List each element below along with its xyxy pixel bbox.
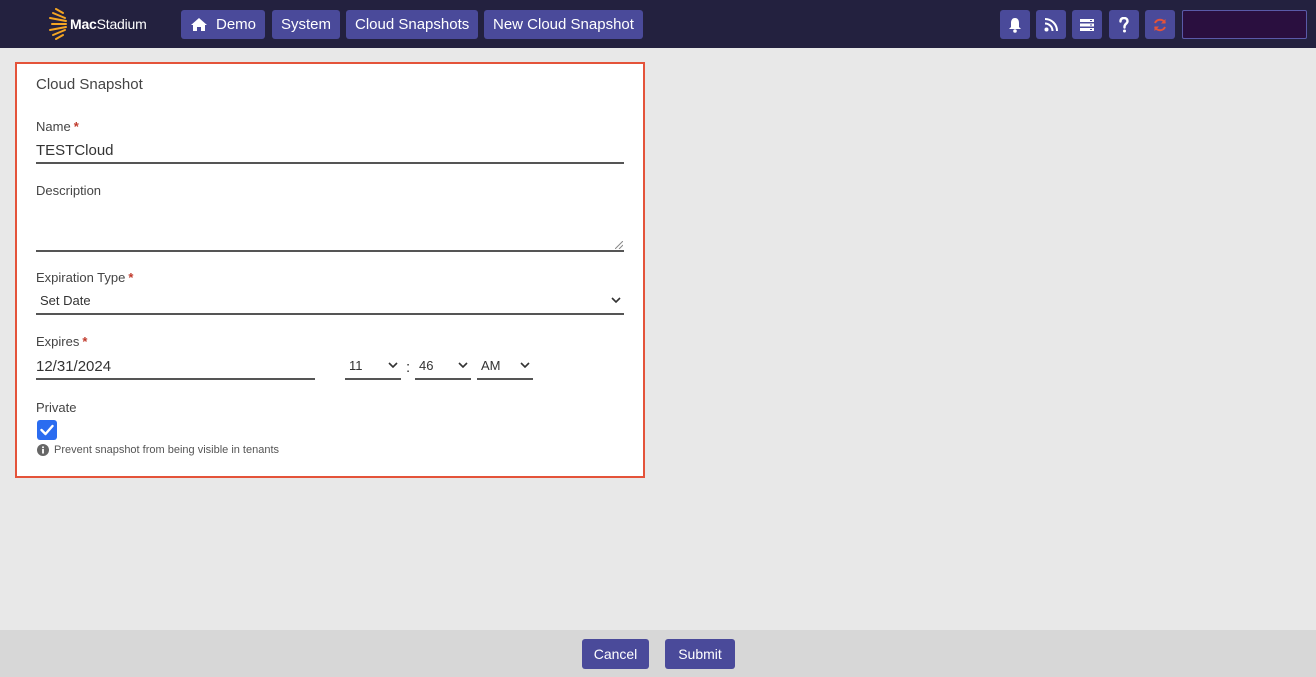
servers-button[interactable] [1072,10,1102,39]
resize-handle-icon[interactable] [615,241,623,249]
expiration-type-select[interactable]: Set Date [36,287,624,315]
expires-date-input[interactable] [36,354,315,380]
private-checkbox[interactable] [37,420,57,440]
breadcrumb-new-cloud-snapshot[interactable]: New Cloud Snapshot [484,10,643,39]
refresh-button[interactable] [1145,10,1175,39]
expires-hour-select[interactable]: 11 [345,352,401,380]
sun-logo-icon [49,8,67,40]
chevron-down-icon [611,297,621,303]
chevron-down-icon [458,362,468,368]
server-list-icon [1080,18,1094,31]
breadcrumb-demo[interactable]: Demo [181,10,266,39]
name-label: Name * [36,119,79,134]
chevron-down-icon [388,362,398,368]
time-separator: : [406,359,411,376]
bell-icon [1009,17,1021,33]
private-label: Private [36,400,77,415]
expires-minute-select[interactable]: 46 [415,352,471,380]
description-textarea[interactable] [36,206,624,252]
top-navigation-bar: MacStadium Demo System Cloud Snapshots N… [0,0,1316,48]
checkmark-icon [40,424,54,436]
notifications-button[interactable] [1000,10,1030,39]
description-label: Description [36,183,102,198]
form-title: Cloud Snapshot [36,76,143,93]
macstadium-logo[interactable]: MacStadium [46,8,147,40]
expires-label: Expires * [36,334,88,349]
expires-ampm-select[interactable]: AM [477,352,533,380]
home-icon [191,18,207,31]
chevron-down-icon [520,362,530,368]
form-footer: Cancel Submit [0,630,1316,677]
search-input[interactable] [1182,10,1307,39]
name-input[interactable] [36,138,624,164]
submit-button[interactable]: Submit [665,639,735,669]
info-icon [37,444,49,456]
breadcrumb-system[interactable]: System [272,10,341,39]
expiration-type-label: Expiration Type * [36,270,134,285]
brand-name: MacStadium [70,16,147,32]
cloud-snapshot-form: Cloud Snapshot Name* Description Expirat… [15,62,645,478]
cancel-button[interactable]: Cancel [582,639,649,669]
breadcrumb-cloud-snapshots[interactable]: Cloud Snapshots [346,10,479,39]
rss-icon [1044,17,1058,31]
private-hint: Prevent snapshot from being visible in t… [37,444,279,456]
feed-button[interactable] [1036,10,1066,39]
refresh-icon [1154,18,1166,31]
help-button[interactable] [1109,10,1139,39]
question-icon [1119,16,1129,32]
